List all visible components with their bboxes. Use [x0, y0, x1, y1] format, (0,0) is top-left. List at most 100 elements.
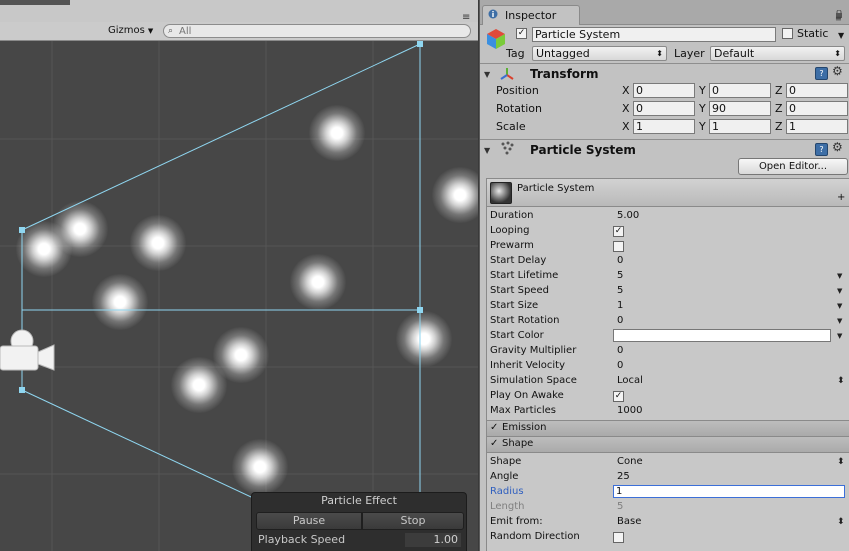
- emit-from-label: Emit from:: [490, 516, 543, 527]
- dropdown-arrow-icon[interactable]: ▼: [837, 332, 842, 340]
- position-z-field[interactable]: 0: [786, 83, 848, 98]
- search-icon: ⌕: [168, 26, 174, 36]
- random-direction-label: Random Direction: [490, 531, 580, 542]
- camera-icon[interactable]: [0, 328, 55, 376]
- play-on-awake-checkbox[interactable]: ✓: [613, 391, 624, 402]
- info-icon: [488, 9, 498, 19]
- object-name-field[interactable]: Particle System: [532, 27, 776, 42]
- scale-x-field[interactable]: 1: [633, 119, 695, 134]
- scene-canvas[interactable]: [0, 41, 478, 551]
- particle-system-title: Particle System: [530, 143, 636, 157]
- transform-title: Transform: [530, 67, 599, 81]
- start-color-label: Start Color: [490, 330, 544, 341]
- dropdown-arrow-icon[interactable]: ▼: [837, 272, 842, 280]
- layer-label: Layer: [674, 47, 705, 60]
- static-checkbox[interactable]: [782, 28, 793, 39]
- tag-dropdown[interactable]: Untagged ⬍: [532, 46, 667, 61]
- start-color-swatch[interactable]: [613, 329, 831, 342]
- add-module-icon[interactable]: +: [837, 192, 845, 203]
- prewarm-checkbox[interactable]: [613, 241, 624, 252]
- y-label: Y: [699, 120, 706, 133]
- particle-system-icon: [501, 141, 514, 155]
- position-x-field[interactable]: 0: [633, 83, 695, 98]
- scale-y-field[interactable]: 1: [709, 119, 771, 134]
- dropdown-arrow-icon[interactable]: ▼: [837, 302, 842, 310]
- open-editor-button[interactable]: Open Editor...: [738, 158, 848, 175]
- max-particles-field[interactable]: 1000: [617, 405, 642, 416]
- playback-speed-field[interactable]: 1.00: [405, 533, 461, 547]
- position-label: Position: [496, 84, 539, 97]
- shape-module-label: Shape: [502, 438, 534, 449]
- start-size-field[interactable]: 1: [617, 300, 623, 311]
- max-particles-label: Max Particles: [490, 405, 557, 416]
- scale-label: Scale: [496, 120, 526, 133]
- scene-toolbar: Gizmos ▼ ⌕: [0, 22, 478, 41]
- help-icon[interactable]: ?: [815, 67, 828, 80]
- dropdown-arrow-icon[interactable]: ▼: [837, 287, 842, 295]
- updown-arrow-icon[interactable]: ⬍: [837, 457, 845, 467]
- pause-button[interactable]: Pause: [256, 512, 362, 530]
- start-speed-field[interactable]: 5: [617, 285, 623, 296]
- random-direction-checkbox[interactable]: [613, 532, 624, 543]
- particle-effect-panel: Particle Effect Pause Stop Playback Spee…: [251, 492, 467, 551]
- shape-module-header[interactable]: ✓ Shape: [487, 436, 849, 453]
- dropdown-arrow-icon[interactable]: ▼: [838, 31, 844, 40]
- particle-system-header[interactable]: Particle System +: [487, 179, 849, 207]
- particle-modules-panel: Particle System + Duration 5.00 Looping …: [486, 178, 849, 551]
- scale-z-field[interactable]: 1: [786, 119, 848, 134]
- particle-system-header-title: Particle System: [517, 183, 595, 194]
- inherit-velocity-label: Inherit Velocity: [490, 360, 565, 371]
- inherit-velocity-field[interactable]: 0: [617, 360, 623, 371]
- tab-inspector[interactable]: Inspector: [482, 5, 580, 25]
- emit-from-dropdown[interactable]: Base: [617, 516, 641, 527]
- z-label: Z: [775, 84, 783, 97]
- rotation-y-field[interactable]: 90: [709, 101, 771, 116]
- check-icon[interactable]: ✓: [490, 422, 498, 433]
- looping-checkbox[interactable]: ✓: [613, 226, 624, 237]
- play-on-awake-label: Play On Awake: [490, 390, 564, 401]
- gear-icon[interactable]: ⚙: [832, 140, 843, 154]
- gravity-multiplier-field[interactable]: 0: [617, 345, 623, 356]
- scene-view[interactable]: ≡ Gizmos ▼ ⌕ All Particle Effect Pause S…: [0, 0, 478, 551]
- stop-button[interactable]: Stop: [362, 512, 464, 530]
- gizmos-dropdown[interactable]: Gizmos ▼: [104, 24, 157, 38]
- dropdown-arrow-icon: ▼: [147, 27, 154, 35]
- gear-icon[interactable]: ⚙: [832, 64, 843, 78]
- tag-value: Untagged: [536, 47, 590, 60]
- foldout-arrow-icon[interactable]: ▼: [484, 70, 490, 79]
- angle-label: Angle: [490, 471, 519, 482]
- foldout-arrow-icon[interactable]: ▼: [484, 146, 490, 155]
- start-delay-field[interactable]: 0: [617, 255, 623, 266]
- angle-field[interactable]: 25: [617, 471, 630, 482]
- start-rotation-label: Start Rotation: [490, 315, 560, 326]
- updown-arrow-icon: ⬍: [656, 49, 663, 58]
- panel-menu-icon[interactable]: ≡: [835, 14, 842, 23]
- active-checkbox[interactable]: ✓: [516, 28, 527, 39]
- position-y-field[interactable]: 0: [709, 83, 771, 98]
- divider: [480, 63, 849, 64]
- rotation-z-field[interactable]: 0: [786, 101, 848, 116]
- scene-search[interactable]: ⌕: [163, 24, 471, 38]
- start-lifetime-field[interactable]: 5: [617, 270, 623, 281]
- radius-field[interactable]: 1: [613, 485, 845, 498]
- static-label: Static: [797, 27, 829, 40]
- scene-tab[interactable]: [0, 0, 70, 5]
- shape-dropdown[interactable]: Cone: [617, 456, 643, 467]
- rotation-x-field[interactable]: 0: [633, 101, 695, 116]
- check-icon[interactable]: ✓: [490, 438, 498, 449]
- dropdown-arrow-icon[interactable]: ▼: [837, 317, 842, 325]
- duration-field[interactable]: 5.00: [617, 210, 639, 221]
- search-input[interactable]: [179, 25, 459, 37]
- updown-arrow-icon[interactable]: ⬍: [837, 376, 845, 386]
- tag-label: Tag: [506, 47, 525, 60]
- updown-arrow-icon[interactable]: ⬍: [837, 517, 845, 527]
- inspector-tab-bar: Inspector ≡: [480, 0, 849, 25]
- emission-module-header[interactable]: ✓ Emission: [487, 420, 849, 437]
- scene-tab-bar: ≡: [0, 0, 478, 23]
- gameobject-icon: [487, 29, 505, 49]
- help-icon[interactable]: ?: [815, 143, 828, 156]
- layer-dropdown[interactable]: Default ⬍: [710, 46, 845, 61]
- start-rotation-field[interactable]: 0: [617, 315, 623, 326]
- rotation-label: Rotation: [496, 102, 543, 115]
- simulation-space-dropdown[interactable]: Local: [617, 375, 643, 386]
